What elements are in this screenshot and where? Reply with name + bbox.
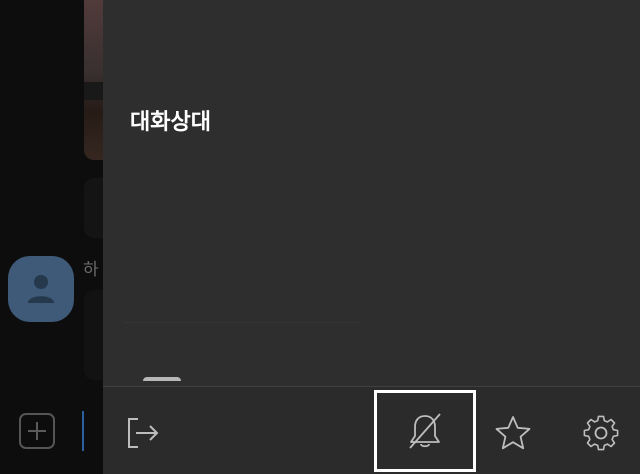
drawer-toolbar (103, 386, 640, 474)
avatar (8, 256, 74, 322)
message-bubble (84, 178, 103, 238)
gear-icon (583, 415, 619, 451)
exit-chat-button[interactable] (115, 409, 171, 457)
background-chat: 하 (0, 0, 103, 474)
list-item-peek (143, 377, 181, 381)
exit-icon (128, 418, 159, 448)
contact-name: 하 (83, 260, 99, 280)
bell-off-icon (409, 413, 441, 449)
message-bubble (84, 290, 103, 380)
media-thumbnail (84, 0, 103, 160)
star-icon (495, 416, 531, 450)
drawer-title: 대화상대 (130, 110, 211, 135)
divider (123, 322, 361, 323)
favorite-button[interactable] (489, 409, 537, 457)
settings-button[interactable] (577, 409, 625, 457)
add-attachment-button[interactable] (19, 413, 55, 449)
screen: 하 대화상대 (0, 0, 640, 474)
mute-notifications-button[interactable] (374, 390, 476, 472)
chat-drawer: 대화상대 (103, 0, 640, 474)
text-cursor (82, 411, 84, 451)
person-icon (28, 275, 54, 303)
